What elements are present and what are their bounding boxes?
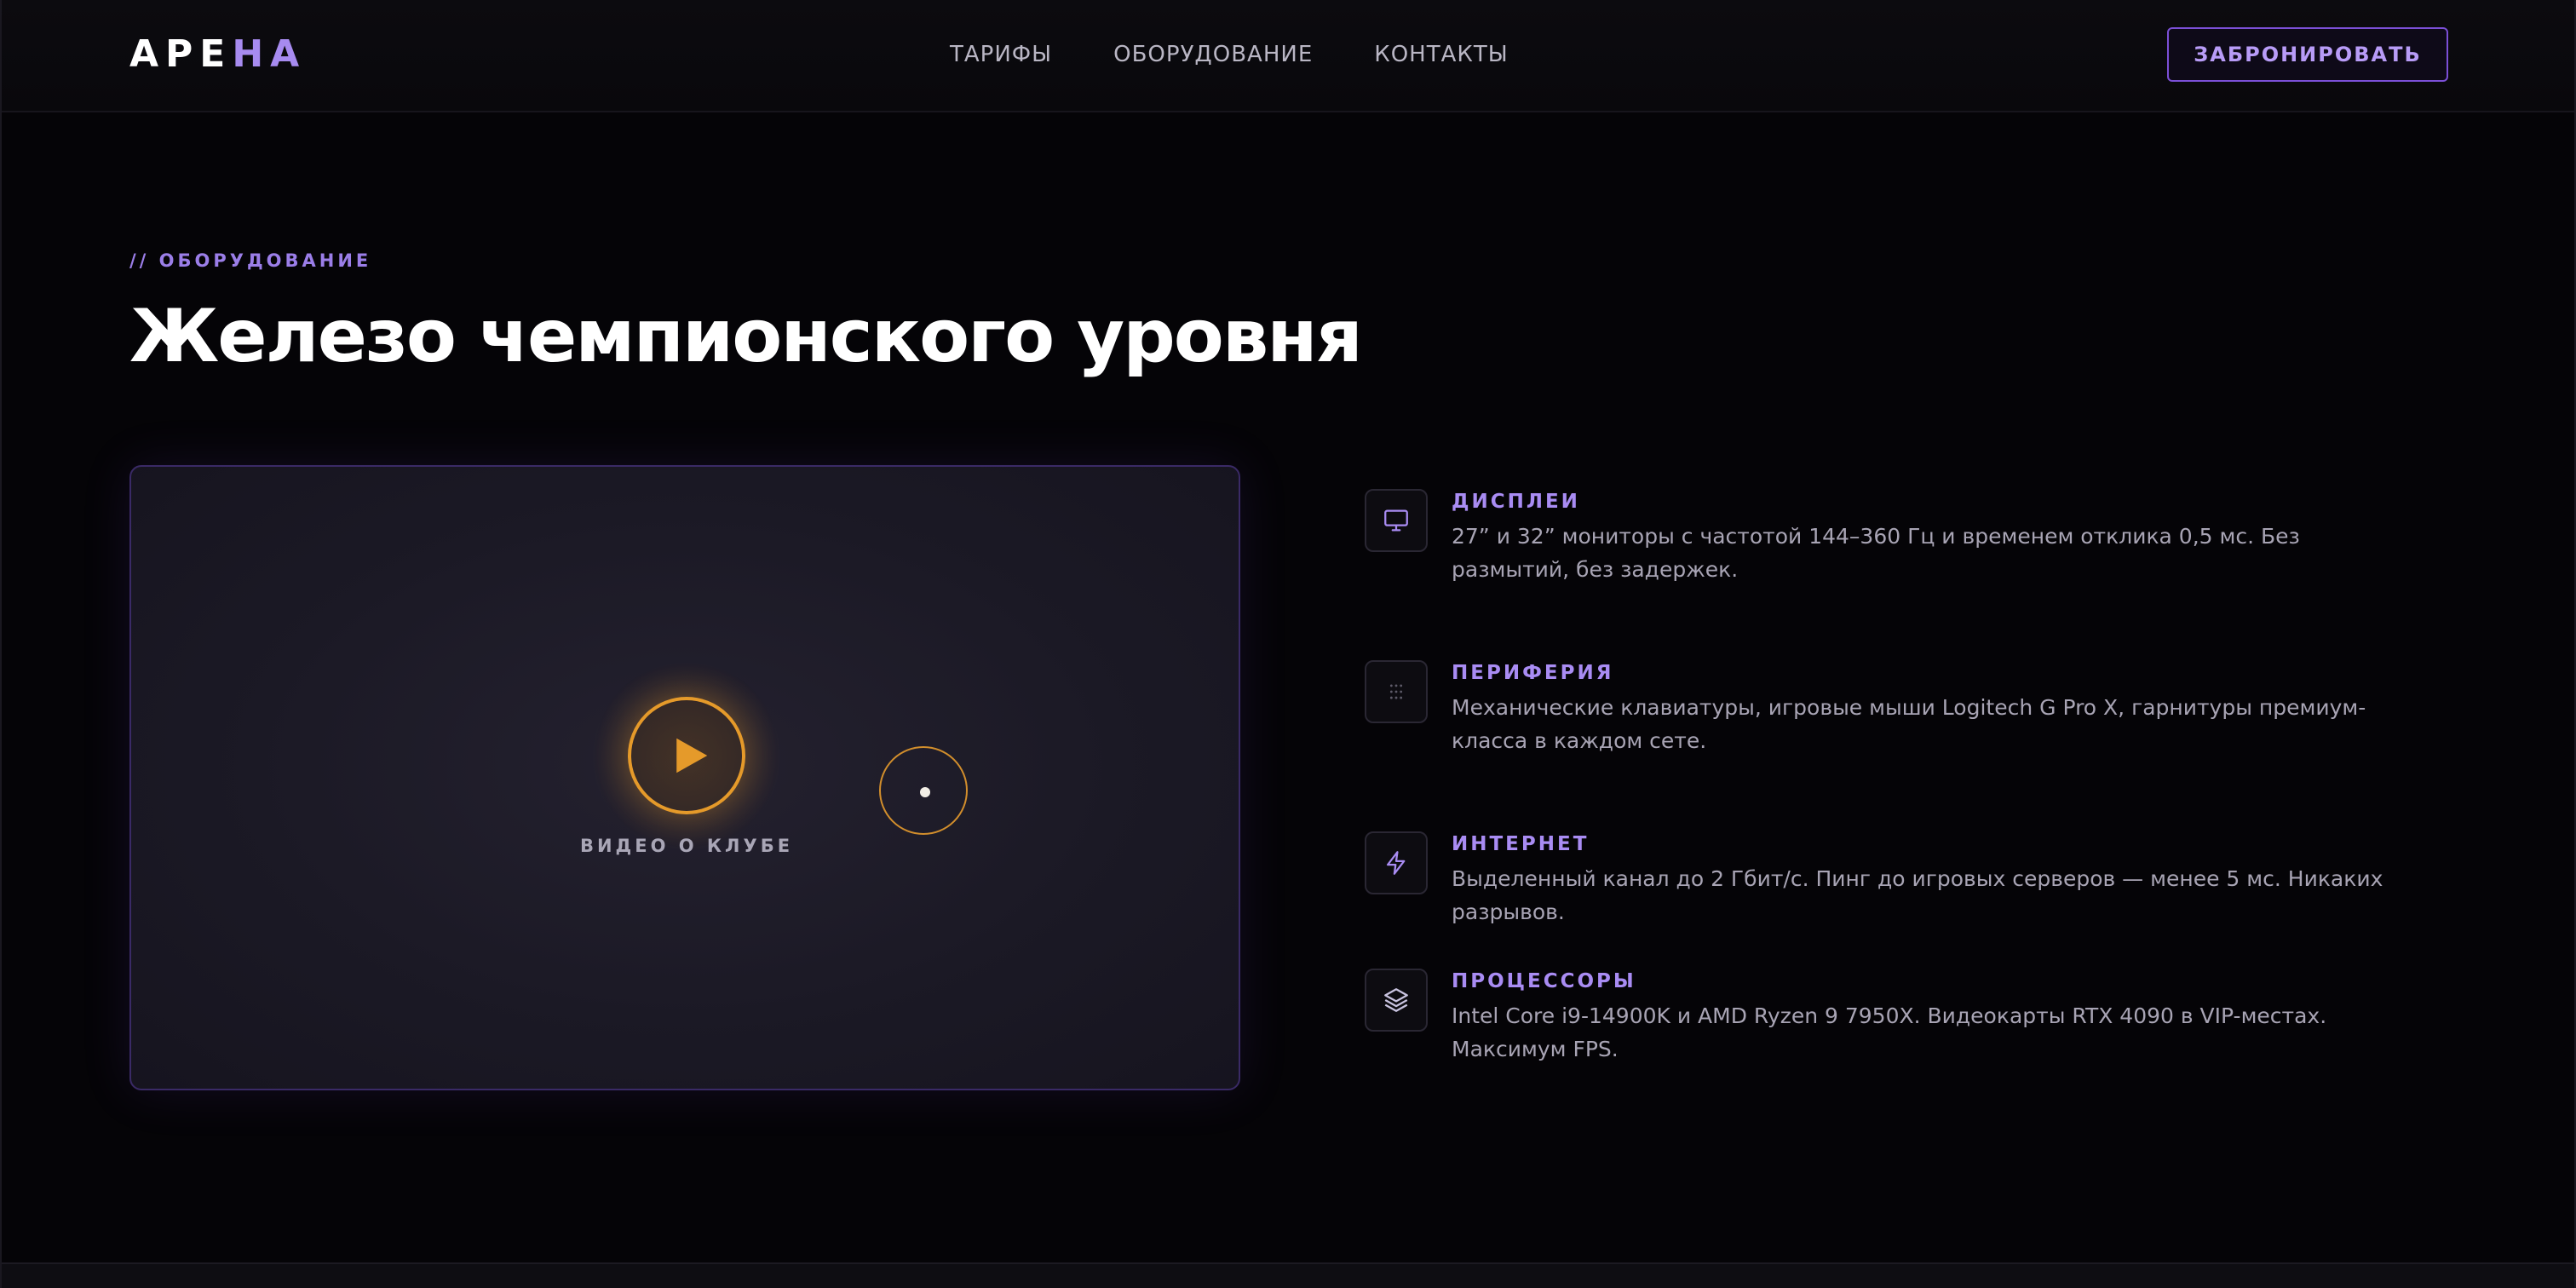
nav-link-contacts[interactable]: КОНТАКТЫ	[1374, 39, 1508, 70]
custom-cursor-dot	[920, 787, 930, 797]
main-nav: ТАРИФЫ ОБОРУДОВАНИЕ КОНТАКТЫ	[950, 39, 1509, 70]
monitor-icon	[1384, 509, 1408, 532]
nav-link-tariffs[interactable]: ТАРИФЫ	[950, 39, 1052, 70]
feature-title: ПРОЦЕССОРЫ	[1452, 970, 1636, 992]
feature-icon-box	[1365, 489, 1428, 552]
logo[interactable]: АРЕНА	[129, 32, 306, 77]
play-icon	[676, 738, 708, 773]
site-header: АРЕНА ТАРИФЫ ОБОРУДОВАНИЕ КОНТАКТЫ ЗАБРО…	[2, 0, 2574, 112]
section-title: Железо чемпионского уровня	[129, 294, 1363, 379]
logo-part-1: АРЕ	[129, 32, 233, 76]
book-button[interactable]: ЗАБРОНИРОВАТЬ	[2167, 27, 2448, 82]
page: АРЕНА ТАРИФЫ ОБОРУДОВАНИЕ КОНТАКТЫ ЗАБРО…	[0, 0, 2576, 1288]
video-label: ВИДЕО О КЛУБЕ	[579, 836, 794, 856]
video-card[interactable]: ВИДЕО О КЛУБЕ	[129, 465, 1240, 1090]
feature-title: ИНТЕРНЕТ	[1452, 833, 1590, 855]
feature-icon-box	[1365, 831, 1428, 894]
feature-title: ДИСПЛЕИ	[1452, 491, 1580, 513]
feature-description: Intel Core i9-14900K и AMD Ryzen 9 7950X…	[1452, 1003, 2327, 1061]
nav-link-equipment[interactable]: ОБОРУДОВАНИЕ	[1113, 39, 1313, 70]
play-button[interactable]	[628, 697, 745, 814]
lightning-icon	[1386, 851, 1406, 875]
custom-cursor-ring	[879, 746, 968, 835]
section-eyebrow: // ОБОРУДОВАНИЕ	[129, 250, 372, 271]
keypad-dots-icon	[1389, 684, 1403, 699]
feature-title: ПЕРИФЕРИЯ	[1452, 662, 1614, 684]
feature-icon-box	[1365, 969, 1428, 1032]
feature-description: Выделенный канал до 2 Гбит/с. Пинг до иг…	[1452, 866, 2383, 924]
feature-description: Механические клавиатуры, игровые мыши Lo…	[1452, 695, 2366, 753]
layers-icon	[1384, 988, 1408, 1012]
logo-part-2: НА	[232, 32, 307, 76]
feature-icon-box	[1365, 660, 1428, 723]
next-section-edge	[2, 1262, 2574, 1288]
feature-description: 27” и 32” мониторы с частотой 144–360 Гц…	[1452, 524, 2300, 582]
